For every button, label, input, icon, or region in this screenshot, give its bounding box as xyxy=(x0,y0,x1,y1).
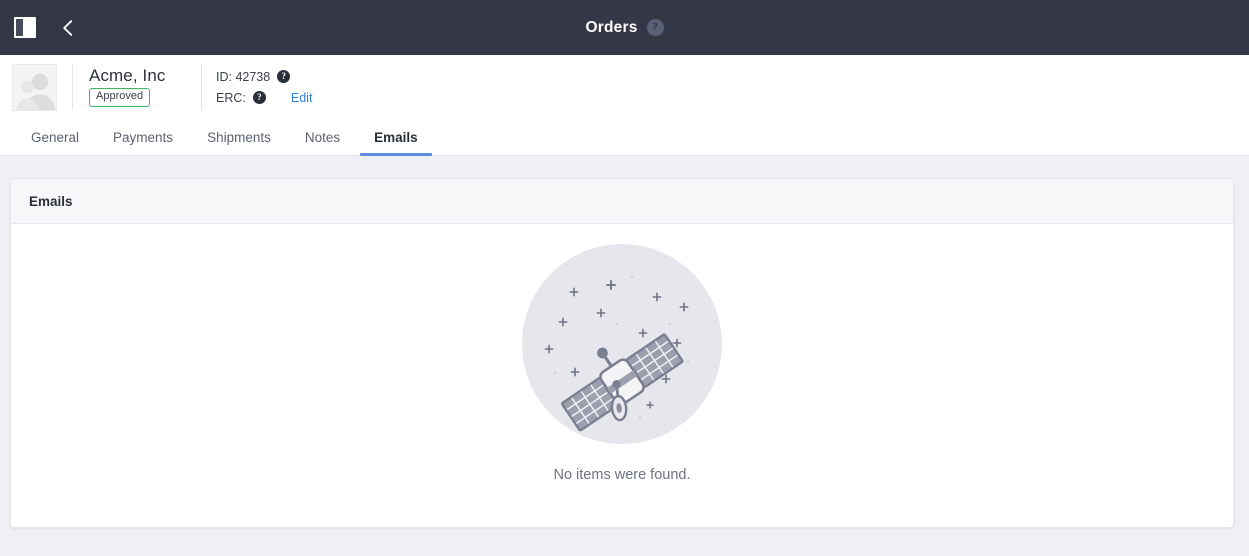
entity-erc-help-icon[interactable]: ? xyxy=(252,91,266,104)
entity-name: Acme, Inc xyxy=(89,65,166,85)
empty-state-message: No items were found. xyxy=(553,467,691,483)
entity-header: Acme, Inc Approved ID: 42738 ? ERC: ? Ed… xyxy=(0,55,1249,119)
entity-erc-label: ERC: xyxy=(216,90,246,105)
entity-erc-row: ERC: ? Edit xyxy=(216,90,312,106)
entity-tabbar: General Payments Shipments Notes Emails xyxy=(0,119,1249,156)
main-content: Emails No items were found. xyxy=(0,156,1249,528)
page-title: Orders xyxy=(585,18,638,36)
entity-id-row: ID: 42738 ? xyxy=(216,69,312,85)
entity-name-block: Acme, Inc Approved xyxy=(89,65,185,108)
tab-payments[interactable]: Payments xyxy=(96,119,190,155)
top-app-bar: Orders ? xyxy=(0,0,1249,55)
entity-meta-block: ID: 42738 ? ERC: ? Edit xyxy=(216,69,312,106)
status-badge: Approved xyxy=(89,88,151,108)
top-bar-title-group: Orders ? xyxy=(0,0,1249,55)
header-divider xyxy=(72,64,73,110)
tab-shipments[interactable]: Shipments xyxy=(190,119,288,155)
chevron-left-icon[interactable] xyxy=(56,16,80,40)
sidebar-toggle-panel-left xyxy=(16,19,23,36)
satellite-in-space-illustration xyxy=(520,242,724,451)
tab-general[interactable]: General xyxy=(14,119,96,155)
help-circle-icon[interactable]: ? xyxy=(646,19,664,36)
avatar xyxy=(12,63,57,111)
sidebar-toggle-panel-right xyxy=(22,19,34,36)
entity-id-help-icon[interactable]: ? xyxy=(277,70,291,83)
tab-notes[interactable]: Notes xyxy=(288,119,357,155)
emails-card-body: No items were found. xyxy=(11,224,1233,527)
sidebar-toggle-icon[interactable] xyxy=(14,17,36,38)
header-divider-secondary xyxy=(201,64,202,110)
emails-card: Emails No items were found. xyxy=(10,178,1234,528)
emails-card-title: Emails xyxy=(29,193,73,209)
emails-card-header: Emails xyxy=(11,179,1233,224)
entity-id-label: ID: 42738 xyxy=(216,69,271,84)
tab-emails[interactable]: Emails xyxy=(357,119,435,156)
edit-link[interactable]: Edit xyxy=(291,91,313,105)
